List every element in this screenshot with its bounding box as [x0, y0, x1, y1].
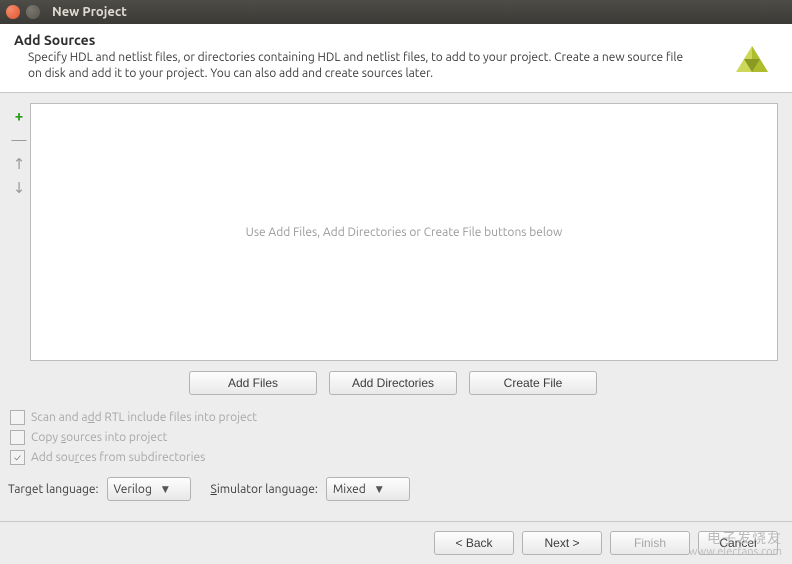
minimize-icon[interactable]: [26, 5, 40, 19]
chevron-down-icon: ▼: [162, 484, 169, 495]
checkbox-icon: [10, 450, 25, 465]
options-checkboxes: Scan and add RTL include files into proj…: [10, 407, 778, 467]
simulator-language-select[interactable]: Mixed ▼: [326, 477, 410, 501]
wizard-content: + — ↑ ↓ Use Add Files, Add Directories o…: [0, 93, 792, 509]
simulator-language-label: Simulator language:: [211, 483, 318, 496]
move-up-icon: ↑: [11, 155, 27, 171]
simulator-language-value: Mixed: [333, 483, 366, 496]
source-buttons-row: Add Files Add Directories Create File: [8, 371, 778, 395]
window-title: New Project: [52, 5, 127, 19]
target-language-label: Target language:: [8, 483, 99, 496]
wizard-header: Add Sources Specify HDL and netlist file…: [0, 24, 792, 93]
scan-include-checkbox: Scan and add RTL include files into proj…: [10, 407, 778, 427]
chevron-down-icon: ▼: [376, 484, 383, 495]
page-title: Add Sources: [14, 32, 778, 48]
cancel-button[interactable]: Cancel: [698, 531, 778, 555]
create-file-button[interactable]: Create File: [469, 371, 597, 395]
next-button[interactable]: Next >: [522, 531, 602, 555]
add-directories-button[interactable]: Add Directories: [329, 371, 457, 395]
sources-toolbar: + — ↑ ↓: [8, 103, 30, 361]
copy-sources-checkbox: Copy sources into project: [10, 427, 778, 447]
window-titlebar: New Project: [0, 0, 792, 24]
wizard-footer: < Back Next > Finish Cancel 电子发烧友 www.el…: [0, 521, 792, 564]
language-row: Target language: Verilog ▼ Simulator lan…: [8, 477, 778, 501]
remove-source-icon: —: [11, 131, 27, 147]
add-subdirs-checkbox: Add sources from subdirectories: [10, 447, 778, 467]
sources-placeholder: Use Add Files, Add Directories or Create…: [246, 226, 563, 239]
finish-button: Finish: [610, 531, 690, 555]
page-description: Specify HDL and netlist files, or direct…: [14, 50, 778, 82]
sources-list[interactable]: Use Add Files, Add Directories or Create…: [30, 103, 778, 361]
sources-area: + — ↑ ↓ Use Add Files, Add Directories o…: [8, 103, 778, 361]
target-language-value: Verilog: [114, 483, 152, 496]
add-source-icon[interactable]: +: [11, 107, 27, 123]
checkbox-icon: [10, 410, 25, 425]
back-button[interactable]: < Back: [434, 531, 514, 555]
target-language-select[interactable]: Verilog ▼: [107, 477, 191, 501]
vivado-logo-icon: [730, 42, 774, 89]
move-down-icon: ↓: [11, 179, 27, 195]
add-files-button[interactable]: Add Files: [189, 371, 317, 395]
checkbox-icon: [10, 430, 25, 445]
close-icon[interactable]: [6, 5, 20, 19]
